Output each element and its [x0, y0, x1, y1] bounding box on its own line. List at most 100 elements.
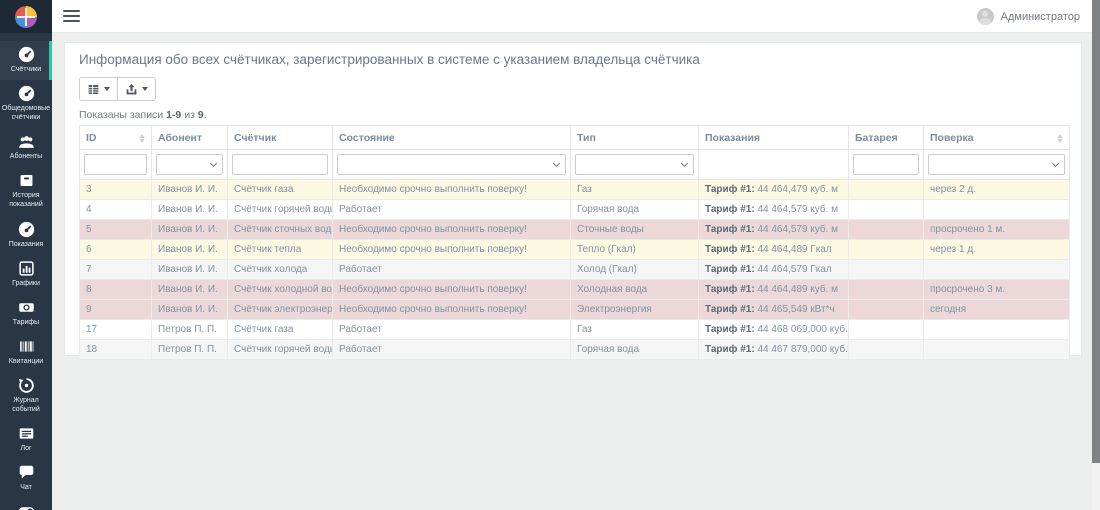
table-row[interactable]: 4Иванов И. И.Счётчик горячей водыРаботае… — [80, 200, 1070, 220]
cell-abonent: Иванов И. И. — [152, 300, 228, 320]
sidebar-item-obshchedomovye[interactable]: Общедомовые счётчики — [0, 80, 52, 128]
sort-icon — [139, 134, 145, 144]
sidebar-item-schetchiki[interactable]: Счётчики — [0, 41, 52, 80]
tariff-label: Тариф #1: — [705, 304, 755, 315]
menu-toggle-button[interactable] — [63, 10, 80, 23]
sidebar-item-label: Графики — [12, 279, 40, 288]
sidebar-item-label: Абоненты — [10, 152, 42, 161]
table-row[interactable]: 7Иванов И. И.Счётчик холодаРаботаетХолод… — [80, 260, 1070, 280]
columns-menu-button[interactable] — [80, 78, 117, 100]
filter-meter-input[interactable] — [232, 154, 328, 175]
cell-meter: Счётчик горячей воды — [228, 340, 333, 360]
column-header-id[interactable]: ID — [80, 126, 152, 150]
cell-readings: Тариф #1: 44 464,489 куб. м — [699, 280, 849, 300]
cell-id: 17 — [80, 320, 152, 340]
export-icon — [125, 83, 138, 96]
table-row[interactable]: 6Иванов И. И.Счётчик теплаНеобходимо сро… — [80, 240, 1070, 260]
content-area: Информация обо всех счётчиках, зарегистр… — [52, 33, 1092, 510]
cell-battery — [849, 280, 924, 300]
sidebar-item-label: Лог — [20, 444, 31, 453]
cell-state: Работает — [333, 200, 571, 220]
table-row[interactable]: 17Петров П. П.Счётчик газаРаботаетГазТар… — [80, 320, 1070, 340]
cell-meter: Счётчик холода — [228, 260, 333, 280]
cell-abonent: Иванов И. И. — [152, 200, 228, 220]
chart-icon — [18, 260, 35, 277]
tariff-label: Тариф #1: — [705, 224, 755, 235]
cell-state: Необходимо срочно выполнить поверку! — [333, 280, 571, 300]
sidebar-item-pokazaniya[interactable]: Показания — [0, 216, 52, 255]
cell-type: Газ — [571, 320, 699, 340]
cell-readings: Тариф #1: 44 464,479 куб. м — [699, 180, 849, 200]
cell-id: 8 — [80, 280, 152, 300]
sidebar-item-kvitantsii[interactable]: Квитанции — [0, 333, 52, 372]
filter-type-select[interactable] — [575, 154, 694, 175]
cell-meter: Счётчик горячей воды — [228, 200, 333, 220]
cell-type: Электроэнергия — [571, 300, 699, 320]
chevron-down-icon — [553, 160, 560, 167]
filter-check-select[interactable] — [928, 154, 1065, 175]
table-row[interactable]: 18Петров П. П.Счётчик горячей водыРабота… — [80, 340, 1070, 360]
user-name: Администратор — [1001, 11, 1080, 23]
cell-readings: Тариф #1: 44 467 879,000 куб. м — [699, 340, 849, 360]
cell-id: 18 — [80, 340, 152, 360]
table-row[interactable]: 8Иванов И. И.Счётчик холодной водыНеобхо… — [80, 280, 1070, 300]
sidebar-item-chat[interactable]: Чат — [0, 459, 52, 498]
table-row[interactable]: 3Иванов И. И.Счётчик газаНеобходимо сроч… — [80, 180, 1070, 200]
sidebar-item-abonenty[interactable]: Абоненты — [0, 128, 52, 167]
scrollbar-thumb[interactable] — [1092, 0, 1100, 463]
sidebar-item-tarify[interactable]: Тарифы — [0, 294, 52, 333]
column-header-readings: Показания — [699, 126, 849, 150]
table-row[interactable]: 5Иванов И. И.Счётчик сточных водНеобходи… — [80, 220, 1070, 240]
sidebar-item-zhurnal[interactable]: Журнал событий — [0, 372, 52, 420]
sidebar-item-label: Тарифы — [13, 318, 39, 327]
cell-readings: Тариф #1: 44 465,549 кВт*ч — [699, 300, 849, 320]
cell-id: 9 — [80, 300, 152, 320]
page-title: Информация обо всех счётчиках, зарегистр… — [79, 52, 1067, 77]
cell-battery — [849, 340, 924, 360]
meters-panel: Информация обо всех счётчиках, зарегистр… — [64, 42, 1082, 356]
app-logo[interactable] — [15, 6, 37, 28]
chevron-down-icon — [1052, 160, 1059, 167]
filter-battery-input[interactable] — [853, 154, 919, 175]
sidebar-item-log[interactable]: Лог — [0, 420, 52, 459]
filter-state-select[interactable] — [337, 154, 566, 175]
sidebar-item-label: История показаний — [1, 191, 51, 209]
column-header-meter: Счётчик — [228, 126, 333, 150]
cell-meter: Счётчик тепла — [228, 240, 333, 260]
cell-state: Работает — [333, 320, 571, 340]
summary-line: Показаны записи 1-9 из 9. — [79, 109, 1067, 121]
archive-icon — [18, 172, 35, 189]
export-menu-button[interactable] — [117, 78, 155, 100]
sidebar-item-rele[interactable]: Реле — [0, 498, 52, 510]
cell-state: Необходимо срочно выполнить поверку! — [333, 180, 571, 200]
cell-id: 5 — [80, 220, 152, 240]
cell-id: 6 — [80, 240, 152, 260]
sidebar-item-istoriya[interactable]: История показаний — [0, 167, 52, 215]
columns-icon — [87, 83, 100, 96]
filter-row — [80, 150, 1070, 180]
sidebar-item-label: Чат — [20, 483, 32, 492]
sidebar-nav: СчётчикиОбщедомовые счётчики Абоненты Исто… — [0, 41, 52, 510]
user-menu[interactable]: Администратор — [977, 0, 1080, 33]
barcode-icon — [18, 338, 35, 355]
tariff-label: Тариф #1: — [705, 184, 755, 195]
sort-icon — [1057, 134, 1063, 144]
filter-id-input[interactable] — [84, 154, 147, 175]
tariff-label: Тариф #1: — [705, 204, 755, 215]
money-icon — [18, 299, 35, 316]
cell-id: 4 — [80, 200, 152, 220]
filter-abonent-select[interactable] — [156, 154, 223, 175]
summary-suffix: . — [204, 109, 207, 121]
cell-meter: Счётчик газа — [228, 320, 333, 340]
table-row[interactable]: 9Иванов И. И.Счётчик электроэнергииНеобх… — [80, 300, 1070, 320]
cell-abonent: Петров П. П. — [152, 340, 228, 360]
chat-icon — [18, 464, 35, 481]
scrollbar-track[interactable] — [1092, 0, 1100, 510]
table-body: 3Иванов И. И.Счётчик газаНеобходимо сроч… — [80, 180, 1070, 360]
sidebar-item-grafiki[interactable]: Графики — [0, 255, 52, 294]
column-header-check[interactable]: Поверка — [924, 126, 1070, 150]
user-avatar — [977, 8, 994, 25]
summary-infix: из — [181, 109, 198, 121]
tariff-label: Тариф #1: — [705, 244, 755, 255]
cell-type: Тепло (Гкал) — [571, 240, 699, 260]
